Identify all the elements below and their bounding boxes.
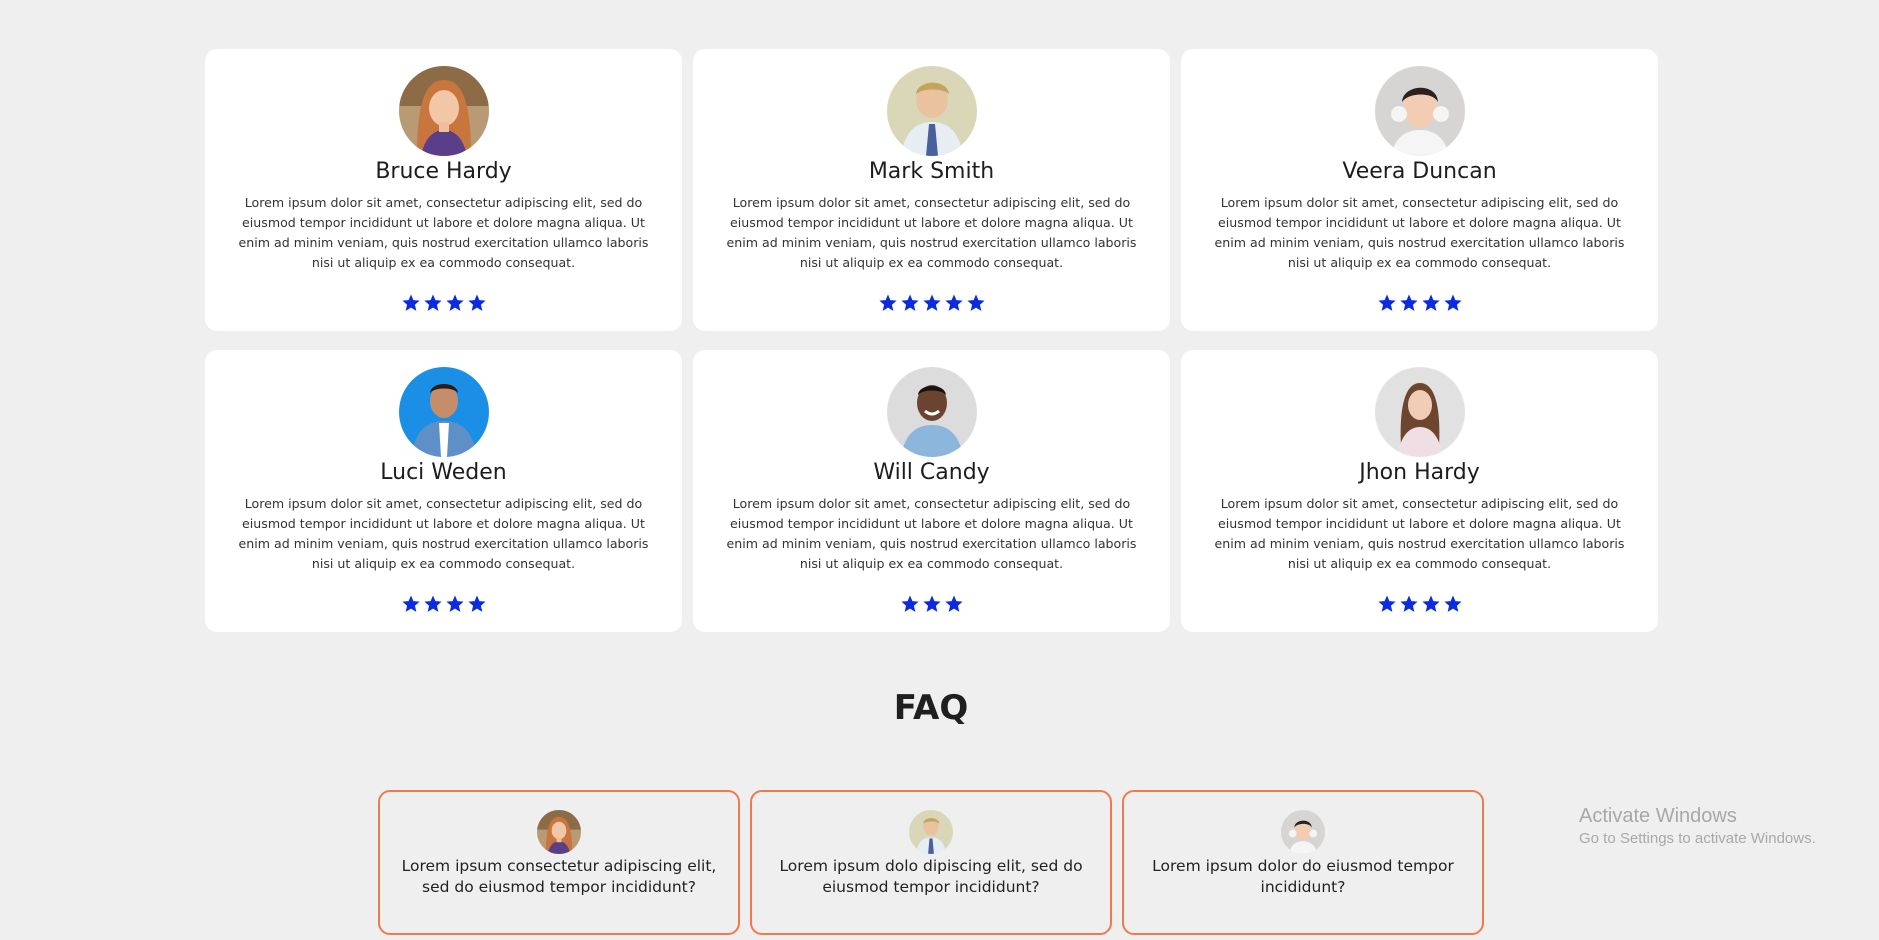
avatar xyxy=(1374,66,1465,156)
watermark-subtitle: Go to Settings to activate Windows. xyxy=(1579,830,1816,847)
star-icon xyxy=(966,293,986,313)
testimonial-card: Will Candy Lorem ipsum dolor sit amet, c… xyxy=(693,350,1170,632)
testimonial-text: Lorem ipsum dolor sit amet, consectetur … xyxy=(1214,195,1625,270)
avatar xyxy=(398,367,489,457)
star-icon xyxy=(1377,293,1397,313)
star-icon xyxy=(1377,594,1397,614)
faq-heading: FAQ xyxy=(893,688,969,728)
testimonial-name: Will Candy xyxy=(873,460,990,485)
testimonial-card: Jhon Hardy Lorem ipsum dolor sit amet, c… xyxy=(1181,350,1658,632)
faq-item[interactable]: Lorem ipsum dolor do eiusmod tempor inci… xyxy=(1122,790,1484,935)
star-icon xyxy=(878,293,898,313)
star-rating xyxy=(401,293,487,313)
testimonial-card: Luci Weden Lorem ipsum dolor sit amet, c… xyxy=(205,350,682,632)
star-icon xyxy=(944,594,964,614)
testimonial-text: Lorem ipsum dolor sit amet, consectetur … xyxy=(238,195,649,270)
avatar xyxy=(1281,810,1325,854)
star-icon xyxy=(401,293,421,313)
star-icon xyxy=(423,293,443,313)
testimonials-grid: Bruce Hardy Lorem ipsum dolor sit amet, … xyxy=(205,49,1658,632)
testimonial-text: Lorem ipsum dolor sit amet, consectetur … xyxy=(726,496,1137,571)
star-rating xyxy=(1377,293,1463,313)
star-icon xyxy=(900,594,920,614)
avatar xyxy=(886,66,977,156)
star-rating xyxy=(401,594,487,614)
star-icon xyxy=(922,594,942,614)
windows-activation-watermark: Activate Windows Go to Settings to activ… xyxy=(1579,803,1816,849)
star-icon xyxy=(445,293,465,313)
avatar xyxy=(886,367,977,457)
avatar xyxy=(537,810,581,854)
avatar xyxy=(1374,367,1465,457)
star-icon xyxy=(900,293,920,313)
testimonial-name: Bruce Hardy xyxy=(375,159,512,184)
star-icon xyxy=(944,293,964,313)
faq-question: Lorem ipsum dolo dipiscing elit, sed do … xyxy=(779,857,1083,896)
faq-list: Lorem ipsum consectetur adipiscing elit,… xyxy=(378,790,1484,935)
star-rating xyxy=(1377,594,1463,614)
star-icon xyxy=(1443,293,1463,313)
avatar xyxy=(398,66,489,156)
testimonial-name: Luci Weden xyxy=(380,460,507,485)
star-rating xyxy=(878,293,986,313)
star-icon xyxy=(1421,293,1441,313)
faq-item[interactable]: Lorem ipsum dolo dipiscing elit, sed do … xyxy=(750,790,1112,935)
star-icon xyxy=(1399,594,1419,614)
testimonial-card: Bruce Hardy Lorem ipsum dolor sit amet, … xyxy=(205,49,682,331)
testimonial-text: Lorem ipsum dolor sit amet, consectetur … xyxy=(238,496,649,571)
star-icon xyxy=(1443,594,1463,614)
star-rating xyxy=(900,594,964,614)
star-icon xyxy=(467,594,487,614)
star-icon xyxy=(401,594,421,614)
star-icon xyxy=(445,594,465,614)
star-icon xyxy=(423,594,443,614)
star-icon xyxy=(1421,594,1441,614)
testimonial-card: Veera Duncan Lorem ipsum dolor sit amet,… xyxy=(1181,49,1658,331)
testimonial-name: Jhon Hardy xyxy=(1359,460,1480,485)
star-icon xyxy=(1399,293,1419,313)
avatar xyxy=(909,810,953,854)
star-icon xyxy=(922,293,942,313)
watermark-title: Activate Windows xyxy=(1579,805,1737,827)
testimonial-name: Veera Duncan xyxy=(1342,159,1497,184)
faq-question: Lorem ipsum dolor do eiusmod tempor inci… xyxy=(1152,857,1454,896)
testimonial-text: Lorem ipsum dolor sit amet, consectetur … xyxy=(1214,496,1625,571)
star-icon xyxy=(467,293,487,313)
testimonial-text: Lorem ipsum dolor sit amet, consectetur … xyxy=(726,195,1137,270)
faq-item[interactable]: Lorem ipsum consectetur adipiscing elit,… xyxy=(378,790,740,935)
testimonial-name: Mark Smith xyxy=(868,159,995,184)
testimonial-card: Mark Smith Lorem ipsum dolor sit amet, c… xyxy=(693,49,1170,331)
faq-question: Lorem ipsum consectetur adipiscing elit,… xyxy=(401,857,717,896)
